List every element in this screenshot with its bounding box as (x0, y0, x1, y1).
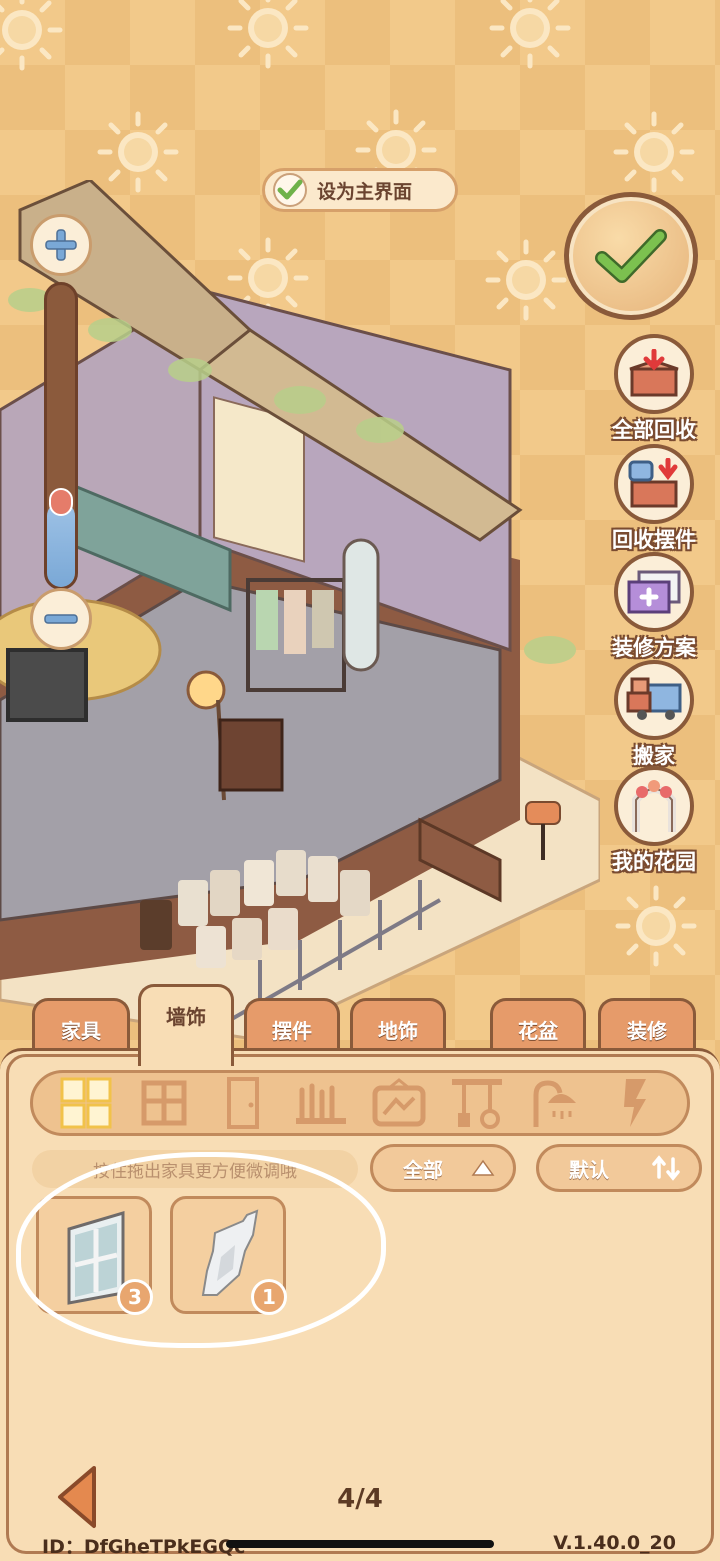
inventory-item-wall-sticker[interactable]: 1 (170, 1196, 287, 1315)
previous-page-arrow-icon[interactable] (52, 1464, 102, 1530)
sort-arrows-icon (652, 1155, 680, 1181)
sun-decoration-icon (227, 0, 309, 69)
sun-decoration-icon (0, 0, 63, 71)
decor-plan-button[interactable]: 装修方案 (604, 552, 704, 662)
sun-decoration-icon (615, 885, 697, 967)
wall-picture-icon[interactable] (371, 1075, 427, 1131)
zoom-slider-track[interactable] (44, 282, 78, 590)
recycle-ornaments-label: 回收摆件 (612, 528, 696, 552)
decor-plan-label: 装修方案 (612, 636, 696, 660)
scope-filter-label: 全部 (403, 1157, 443, 1182)
my-garden-label: 我的花园 (612, 850, 696, 874)
mailbox (525, 801, 561, 825)
item-count-badge: 3 (117, 1279, 153, 1315)
item-count-badge: 1 (251, 1279, 287, 1315)
recycle-ornaments-button[interactable]: 回收摆件 (604, 444, 704, 554)
standing-mirror (342, 538, 380, 672)
zoom-slider-thumb[interactable] (49, 488, 73, 516)
move-house-button[interactable]: 搬家 (604, 660, 704, 770)
sort-label: 默认 (569, 1157, 609, 1182)
door-icon[interactable] (215, 1075, 271, 1131)
television (6, 648, 88, 722)
inventory-item-window[interactable]: 3 (36, 1196, 153, 1315)
decor-plan-icon (614, 552, 694, 632)
tab-renovation-label: 装修 (627, 1019, 667, 1043)
my-garden-button[interactable]: 我的花园 (604, 766, 704, 876)
set-main-screen-label: 设为主界面 (317, 180, 413, 203)
recycle-all-label: 全部回收 (612, 418, 696, 442)
drag-hint: 按住拖出家具更方便微调哦 (32, 1150, 358, 1188)
plus-icon (45, 229, 77, 261)
minus-icon (44, 614, 78, 624)
tab-wall-decor[interactable]: 墙饰 (138, 984, 234, 1066)
recycle-all-button[interactable]: 全部回收 (604, 334, 704, 444)
garden-arch-icon (614, 766, 694, 846)
checkmark-icon (595, 229, 667, 283)
checkbox-icon[interactable] (273, 173, 307, 207)
window-icon[interactable] (136, 1075, 192, 1131)
wall-lamp-icon[interactable] (606, 1075, 662, 1131)
hanging-tools-icon[interactable] (449, 1075, 505, 1131)
zoom-out-button[interactable] (30, 588, 92, 650)
tab-furniture-label: 家具 (61, 1019, 101, 1043)
all-grid-icon[interactable] (58, 1075, 114, 1131)
moving-truck-icon (614, 660, 694, 740)
triangle-up-icon (471, 1159, 495, 1176)
gramophone (218, 718, 284, 792)
recycle-ornament-icon (614, 444, 694, 524)
app-version: V.1.40.0_20 (553, 1532, 676, 1554)
page-indicator: 4/4 (337, 1484, 383, 1514)
shower-icon[interactable] (528, 1075, 584, 1131)
sort-dropdown[interactable]: 默认 (536, 1144, 702, 1192)
tab-wall-decor-label: 墙饰 (166, 1005, 206, 1029)
fence-icon[interactable] (293, 1075, 349, 1131)
tab-ornaments-label: 摆件 (272, 1019, 312, 1043)
scope-filter-dropdown[interactable]: 全部 (370, 1144, 516, 1192)
recycle-box-icon (614, 334, 694, 414)
player-id: ID：DfGheTPkEGQc (42, 1536, 246, 1558)
sun-decoration-icon (489, 0, 571, 69)
zoom-in-button[interactable] (30, 214, 92, 276)
tab-flower-pots-label: 花盆 (518, 1019, 558, 1043)
confirm-button[interactable] (564, 192, 698, 320)
category-bar (30, 1070, 690, 1136)
home-indicator-bar[interactable] (226, 1540, 494, 1548)
set-main-screen-toggle[interactable]: 设为主界面 (262, 168, 458, 212)
tab-floor-decor-label: 地饰 (378, 1019, 418, 1043)
sun-decoration-icon (613, 111, 695, 193)
